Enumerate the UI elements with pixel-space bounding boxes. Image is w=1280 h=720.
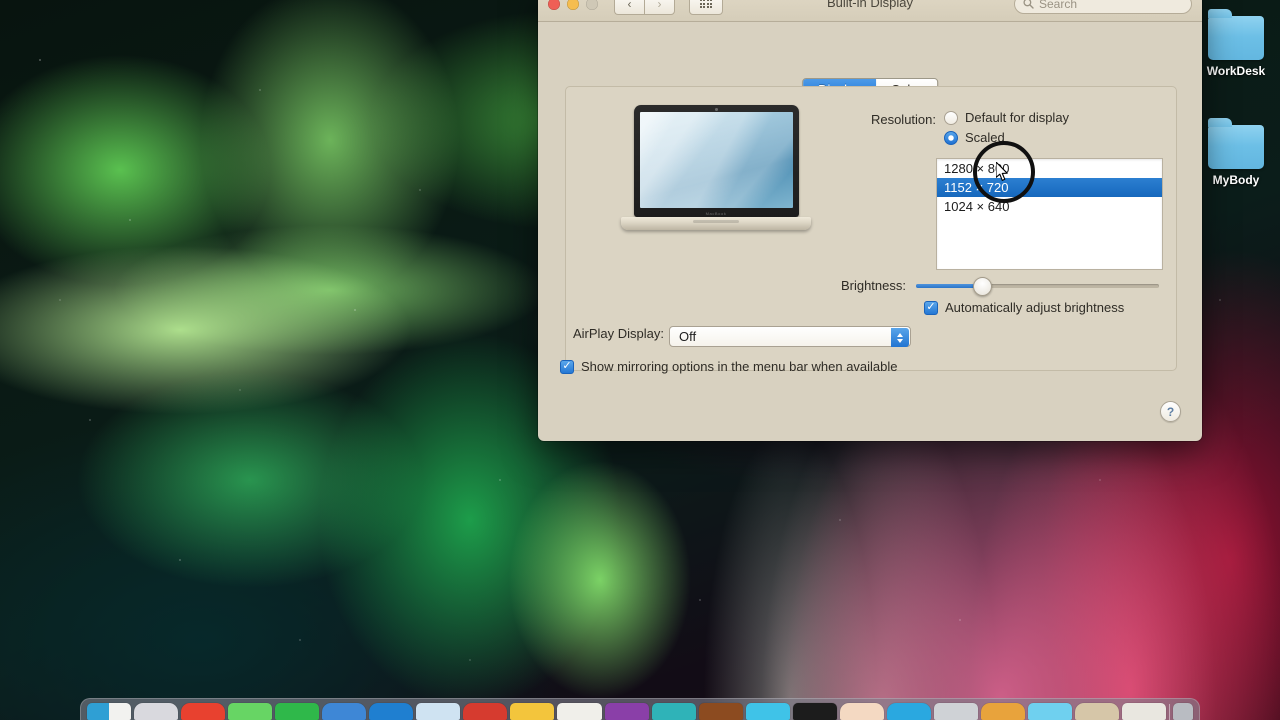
list-item[interactable]: 1280 × 800 <box>937 159 1162 178</box>
traffic-lights <box>548 0 598 10</box>
dock-item-app-green-2[interactable] <box>275 703 320 720</box>
radio-scaled[interactable]: Scaled <box>944 130 1005 145</box>
dock-item-finder-window[interactable] <box>1122 703 1167 720</box>
laptop-screen-wallpaper <box>639 112 793 208</box>
dock-item-app-red-2[interactable] <box>463 703 508 720</box>
folder-icon <box>1208 9 1264 60</box>
dock-item-finder[interactable] <box>87 703 132 720</box>
dock-item-app-blue[interactable] <box>886 703 931 720</box>
dock-item-mail[interactable] <box>416 703 461 720</box>
dock-item-app-green[interactable] <box>228 703 273 720</box>
dock-item-terminal[interactable] <box>792 703 837 720</box>
close-button-icon[interactable] <box>548 0 560 10</box>
airplay-selected-value: Off <box>679 329 697 344</box>
desktop-icon-label: MyBody <box>1212 173 1260 187</box>
macbook-illustration: MacBook <box>621 105 811 230</box>
dock-item-launchpad[interactable] <box>134 703 179 720</box>
dock-item-app-orange[interactable] <box>980 703 1025 720</box>
dock-item-app-purple[interactable] <box>604 703 649 720</box>
checkbox-icon-checked[interactable]: ✓ <box>924 300 938 315</box>
radio-icon-unselected <box>944 110 958 125</box>
mirroring-label: Show mirroring options in the menu bar w… <box>581 359 898 374</box>
radio-label: Scaled <box>965 130 1005 145</box>
dock-item-app-lightblue[interactable] <box>1027 703 1072 720</box>
auto-brightness-label: Automatically adjust brightness <box>945 300 1125 315</box>
desktop-icon-label: WorkDesk <box>1206 64 1266 78</box>
brightness-label: Brightness: <box>840 278 906 293</box>
radio-label: Default for display <box>965 110 1070 125</box>
radio-icon-selected <box>944 130 958 145</box>
minimize-button-icon[interactable] <box>567 0 579 10</box>
chevron-updown-icon <box>891 328 909 347</box>
list-item[interactable]: 1024 × 640 <box>937 197 1162 216</box>
dock-item-trash[interactable] <box>1173 703 1194 720</box>
folder-icon <box>1208 118 1264 169</box>
mirroring-checkbox-row[interactable]: ✓ Show mirroring options in the menu bar… <box>560 359 898 374</box>
dock-item-app-teal[interactable] <box>651 703 696 720</box>
airplay-label: AirPlay Display: <box>572 326 664 341</box>
chevron-left-icon: ‹ <box>627 0 632 11</box>
brightness-slider[interactable] <box>916 277 1159 296</box>
window-body: Display Color MacBook Resolution: Defaul… <box>538 22 1202 441</box>
search-field[interactable]: Search <box>1014 0 1192 14</box>
desktop-screen: WorkDesk MyBody ‹ › Built-in Display Sea… <box>0 0 1280 720</box>
dock-item-notes[interactable] <box>510 703 555 720</box>
desktop-icon-workdesk[interactable]: WorkDesk <box>1192 9 1280 78</box>
dock-item-app-tan[interactable] <box>1074 703 1120 720</box>
airplay-display-dropdown[interactable]: Off <box>669 326 911 347</box>
dock-item-app-grey[interactable] <box>933 703 978 720</box>
show-all-button[interactable] <box>689 0 723 15</box>
dock-item-app-white[interactable] <box>557 703 602 720</box>
resolution-list[interactable]: 1280 × 800 1152 × 720 1024 × 640 <box>936 158 1163 270</box>
forward-button[interactable]: › <box>644 0 675 15</box>
desktop-icon-mybody[interactable]: MyBody <box>1192 118 1280 187</box>
laptop-logo-label: MacBook <box>705 211 727 216</box>
search-placeholder: Search <box>1039 0 1078 11</box>
dock-item-safari[interactable] <box>322 703 367 720</box>
dock-item-browser-blue[interactable] <box>369 703 414 720</box>
dock-separator <box>1169 704 1171 720</box>
dock-item-app-cyan[interactable] <box>745 703 790 720</box>
dock-item-app-peach[interactable] <box>839 703 884 720</box>
dock-item-app-brown[interactable] <box>698 703 743 720</box>
search-icon <box>1023 0 1034 9</box>
help-button[interactable]: ? <box>1160 401 1181 422</box>
checkbox-icon-checked[interactable]: ✓ <box>560 359 574 374</box>
dock-item-app-red[interactable] <box>181 703 226 720</box>
laptop-lid: MacBook <box>633 105 799 217</box>
auto-brightness-checkbox-row[interactable]: ✓ Automatically adjust brightness <box>924 300 1124 315</box>
grid-icon <box>699 0 713 8</box>
chevron-right-icon: › <box>657 0 662 11</box>
nav-buttons[interactable]: ‹ › <box>614 0 675 15</box>
window-titlebar[interactable]: ‹ › Built-in Display Search <box>538 0 1202 22</box>
radio-default-for-display[interactable]: Default for display <box>944 110 1069 125</box>
list-item[interactable]: 1152 × 720 <box>937 178 1162 197</box>
displays-preferences-window: ‹ › Built-in Display Search MacBook Reso… <box>538 0 1202 441</box>
dock[interactable] <box>80 698 1200 720</box>
resolution-label: Resolution: <box>870 112 936 127</box>
brightness-slider-knob[interactable] <box>973 277 992 296</box>
zoom-button-icon[interactable] <box>586 0 598 10</box>
laptop-base <box>621 217 811 230</box>
back-button[interactable]: ‹ <box>614 0 644 15</box>
